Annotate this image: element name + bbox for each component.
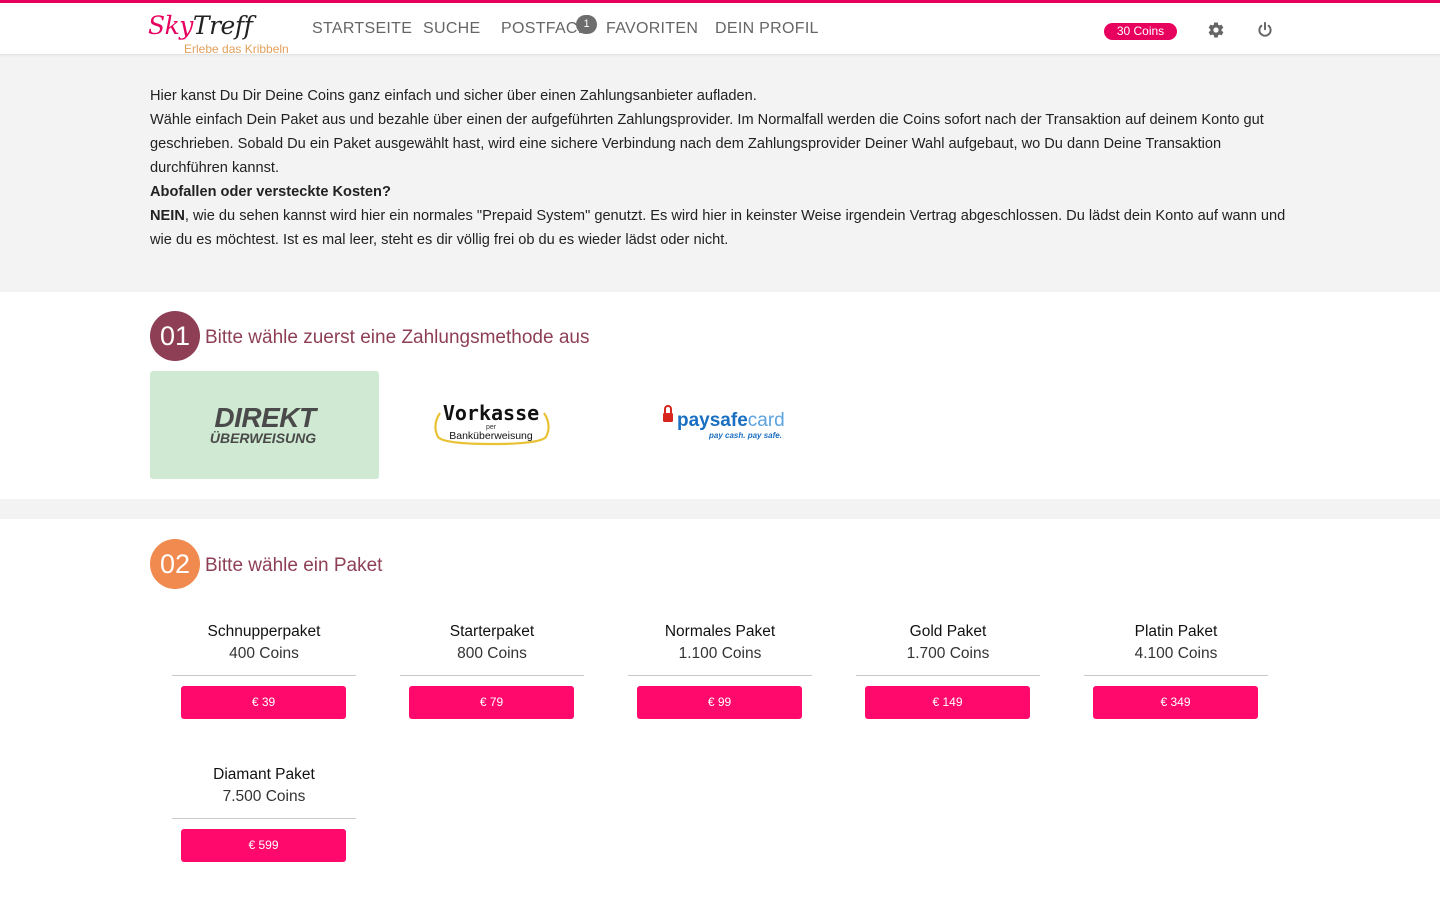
power-logout-icon[interactable] xyxy=(1256,21,1274,39)
intro-answer: NEIN, wie du sehen kannst wird hier ein … xyxy=(150,204,1295,252)
package-coins: 7.500 Coins xyxy=(222,788,306,805)
top-navbar: SkyTreff Erlebe das Kribbeln STARTSEITE … xyxy=(0,0,1440,56)
payment-direkt-ueberweisung[interactable]: DIREKT ÜBERWEISUNG xyxy=(150,371,379,479)
intro-answer-rest: , wie du sehen kannst wird hier ein norm… xyxy=(150,208,1286,248)
nav-startseite[interactable]: STARTSEITE xyxy=(312,20,412,38)
package-divider xyxy=(172,818,356,819)
svg-text:Banküberweisung: Banküberweisung xyxy=(449,430,533,442)
package-buy-button[interactable]: € 349 xyxy=(1093,686,1258,719)
package-buy-button[interactable]: € 149 xyxy=(865,686,1030,719)
svg-text:ÜBERWEISUNG: ÜBERWEISUNG xyxy=(210,430,316,446)
package-name: Schnupperpaket xyxy=(207,623,321,640)
logo-wordmark: SkyTreff xyxy=(148,11,253,40)
package-divider xyxy=(172,675,356,676)
step-number-1: 01 xyxy=(150,311,200,361)
package-name: Normales Paket xyxy=(664,623,776,640)
nav-dein-profil[interactable]: DEIN PROFIL xyxy=(715,20,819,38)
package-buy-button[interactable]: € 79 xyxy=(409,686,574,719)
postfach-unread-badge: 1 xyxy=(576,15,597,34)
payment-method-section: 01 Bitte wähle zuerst eine Zahlungsmetho… xyxy=(0,292,1440,499)
nav-suche[interactable]: SUCHE xyxy=(423,20,481,38)
site-logo[interactable]: SkyTreff Erlebe das Kribbeln xyxy=(148,11,298,56)
package-buy-button[interactable]: € 99 xyxy=(637,686,802,719)
intro-question: Abofallen oder versteckte Kosten? xyxy=(150,184,391,200)
coins-balance-badge[interactable]: 30 Coins xyxy=(1104,23,1177,40)
package-name: Diamant Paket xyxy=(213,766,315,783)
package-coins: 1.100 Coins xyxy=(678,645,762,662)
step-number-2: 02 xyxy=(150,539,200,589)
vorkasse-logo: Vorkasse per Banküberweisung xyxy=(434,401,550,446)
step2-title: Bitte wähle ein Paket xyxy=(205,555,383,576)
settings-gear-icon[interactable] xyxy=(1207,21,1225,39)
package-name: Platin Paket xyxy=(1134,623,1218,640)
package-buy-button[interactable]: € 599 xyxy=(181,829,346,862)
intro-text: Hier kanst Du Dir Deine Coins ganz einfa… xyxy=(150,84,1295,252)
package-coins: 400 Coins xyxy=(229,645,299,662)
paysafecard-logo: paysafecard pay cash. pay safe. xyxy=(663,405,785,440)
svg-text:pay cash. pay safe.: pay cash. pay safe. xyxy=(708,431,782,440)
package-name: Starterpaket xyxy=(449,623,535,640)
logo-tagline: Erlebe das Kribbeln xyxy=(184,42,289,56)
intro-line-2: Wähle einfach Dein Paket aus und bezahle… xyxy=(150,112,1264,176)
package-coins: 1.700 Coins xyxy=(906,645,990,662)
svg-text:paysafecard: paysafecard xyxy=(677,410,785,431)
package-divider xyxy=(1084,675,1268,676)
package-buy-button[interactable]: € 39 xyxy=(181,686,346,719)
direkt-ueberweisung-logo: DIREKT ÜBERWEISUNG xyxy=(210,402,320,446)
intro-line-1: Hier kanst Du Dir Deine Coins ganz einfa… xyxy=(150,88,757,104)
package-coins: 800 Coins xyxy=(457,645,527,662)
package-divider xyxy=(628,675,812,676)
svg-text:Vorkasse: Vorkasse xyxy=(443,401,539,425)
package-section: 02 Bitte wähle ein Paket Schnupperpaket … xyxy=(0,519,1440,900)
svg-text:DIREKT: DIREKT xyxy=(214,402,319,433)
payment-vorkasse[interactable]: Vorkasse per Banküberweisung xyxy=(378,371,607,479)
step1-title: Bitte wähle zuerst eine Zahlungsmethode … xyxy=(205,327,590,348)
package-divider xyxy=(856,675,1040,676)
package-name: Gold Paket xyxy=(909,623,987,640)
package-coins: 4.100 Coins xyxy=(1134,645,1218,662)
payment-paysafecard[interactable]: paysafecard pay cash. pay safe. xyxy=(606,371,835,479)
package-divider xyxy=(400,675,584,676)
intro-answer-bold: NEIN xyxy=(150,208,185,224)
nav-favoriten[interactable]: FAVORITEN xyxy=(606,20,698,38)
